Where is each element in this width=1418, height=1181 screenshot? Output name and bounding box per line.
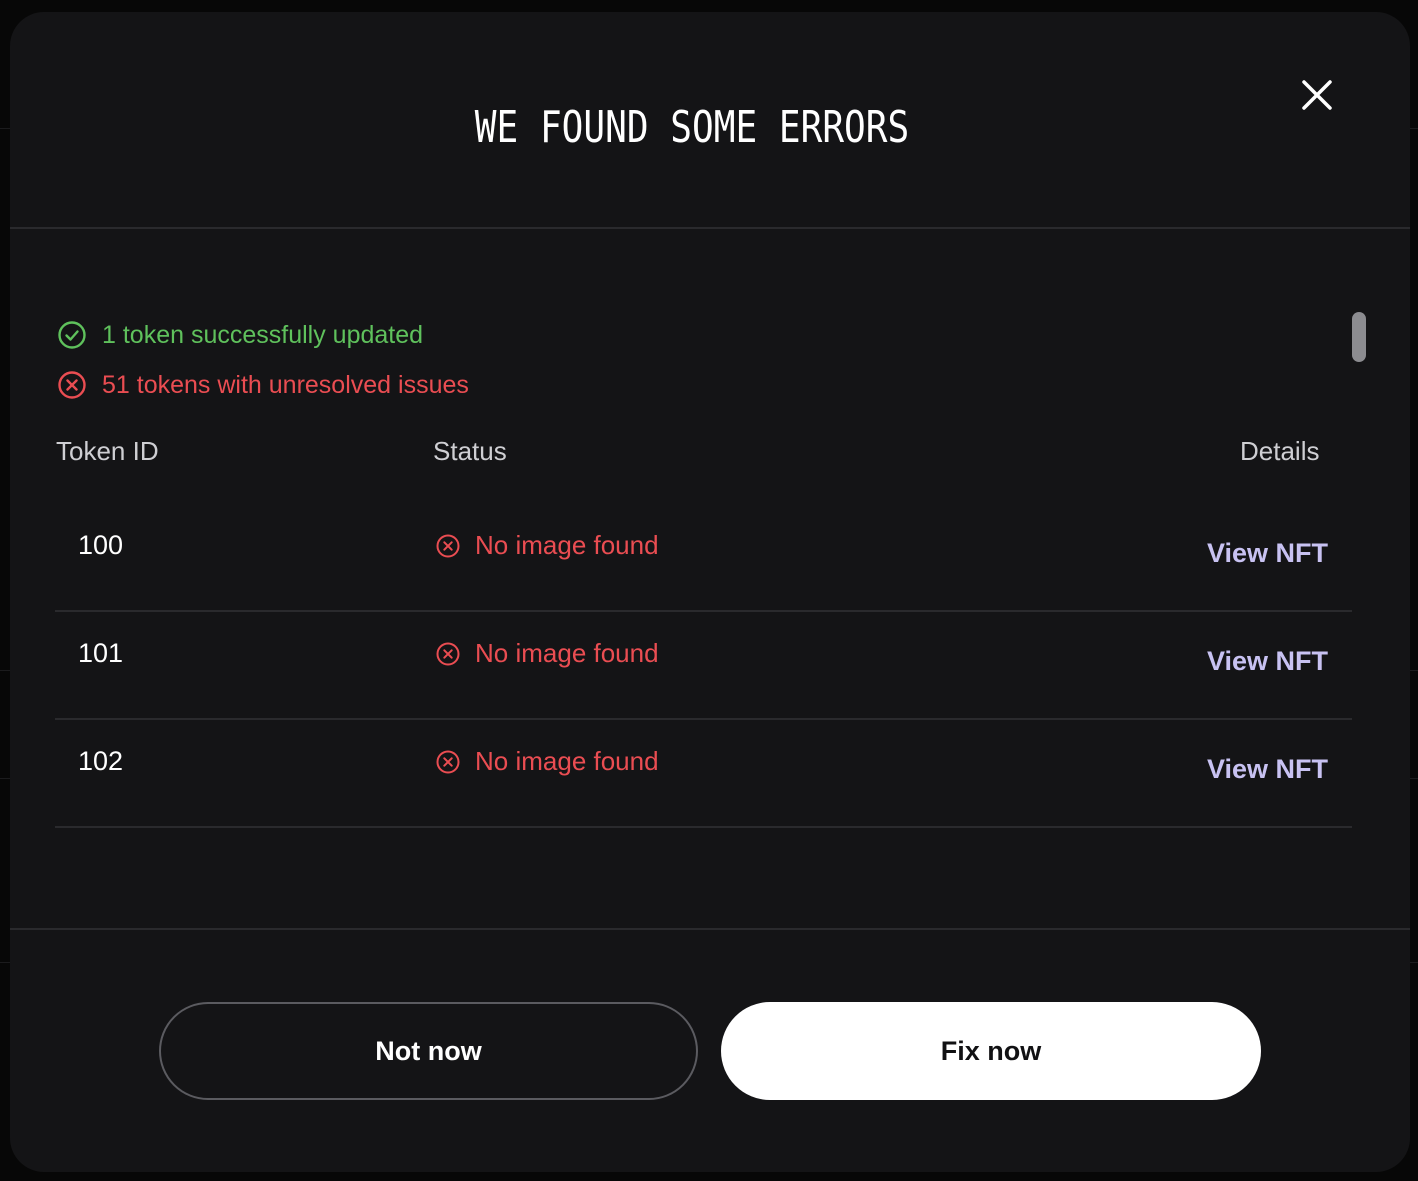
x-circle-icon — [56, 369, 88, 401]
table-row: 102 No image found View NFT — [55, 720, 1352, 828]
error-summary: 51 tokens with unresolved issues — [56, 360, 469, 410]
status-text: No image found — [475, 530, 659, 560]
column-header-token-id: Token ID — [56, 436, 159, 466]
footer-divider — [10, 928, 1410, 930]
status-text: No image found — [475, 638, 659, 668]
column-header-status: Status — [433, 436, 507, 466]
token-id: 100 — [78, 530, 124, 560]
x-circle-icon — [435, 641, 461, 667]
view-nft-link[interactable]: View NFT — [1207, 754, 1328, 785]
error-summary-text: 51 tokens with unresolved issues — [102, 370, 469, 399]
x-circle-icon — [435, 749, 461, 775]
x-circle-icon — [435, 533, 461, 559]
success-summary-text: 1 token successfully updated — [102, 320, 424, 349]
token-id: 102 — [78, 746, 124, 776]
not-now-button[interactable]: Not now — [159, 1002, 698, 1100]
result-summary: 1 token successfully updated 51 tokens w… — [56, 310, 469, 410]
check-circle-icon — [56, 319, 88, 351]
view-nft-link[interactable]: View NFT — [1207, 646, 1328, 677]
scrollbar-thumb[interactable] — [1352, 312, 1366, 362]
view-nft-link[interactable]: View NFT — [1207, 538, 1328, 569]
token-id: 101 — [78, 638, 124, 668]
column-header-details: Details — [1240, 436, 1320, 466]
errors-dialog: WE FOUND SOME ERRORS 1 token successfull… — [10, 12, 1410, 1172]
table-row: 101 No image found View NFT — [55, 612, 1352, 720]
fix-now-button[interactable]: Fix now — [721, 1002, 1261, 1100]
close-icon — [1302, 80, 1332, 110]
table-row: 100 No image found View NFT — [55, 504, 1352, 612]
dialog-header: WE FOUND SOME ERRORS — [10, 12, 1410, 229]
status-cell: No image found — [435, 746, 659, 777]
success-summary: 1 token successfully updated — [56, 310, 469, 360]
dialog-title: WE FOUND SOME ERRORS — [474, 102, 910, 153]
status-cell: No image found — [435, 530, 659, 561]
close-button[interactable] — [1298, 76, 1336, 114]
status-cell: No image found — [435, 638, 659, 669]
status-text: No image found — [475, 746, 659, 776]
